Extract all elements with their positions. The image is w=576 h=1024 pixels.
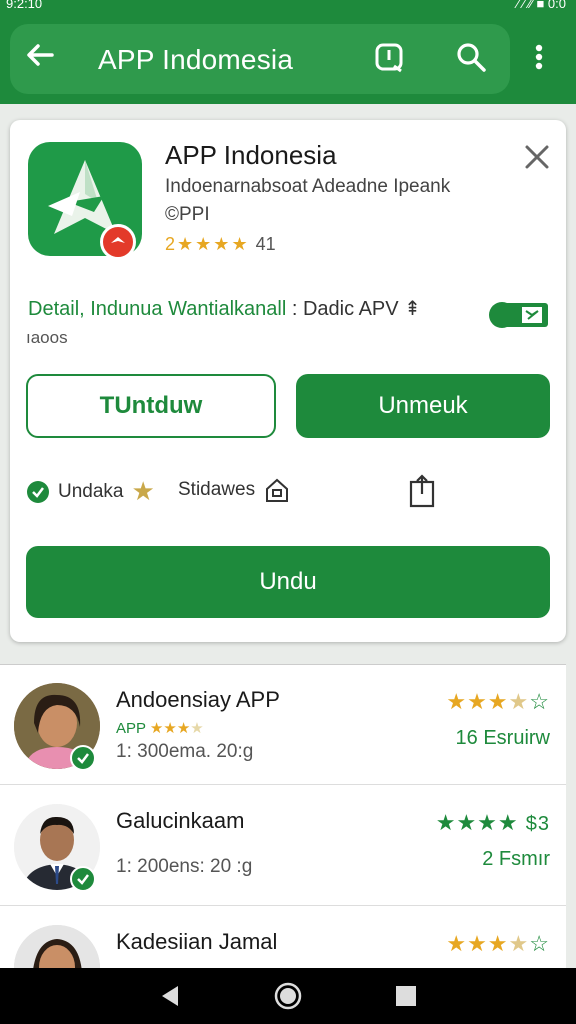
list-item[interactable]: Andoensiay APP APP ★★★★ 1: 300ema. 20:g … [0,665,566,785]
review-stars: ★★★★☆ [446,931,550,956]
app-rating: 2 ★ ★ ★ ★ 41 [165,234,276,255]
more-vert-icon[interactable] [522,40,556,74]
home-icon[interactable] [263,476,291,504]
review-author: Kadesiian Jamal [116,929,278,954]
app-bar-title: APP Indomesia [98,44,294,75]
review-list: Andoensiay APP APP ★★★★ 1: 300ema. 20:g … [0,664,566,968]
star-icon: ★ [195,234,212,254]
review-source: APP ★★★★ [116,720,204,737]
download-button[interactable]: Undu [26,546,550,618]
avatar [14,925,100,968]
nav-recents-icon[interactable] [394,984,418,1008]
status-bar: 9:2:10 ⁄ ∕ ⁄∕ ■ 0:0 [0,0,576,14]
status-time: 9:2:10 [6,0,43,11]
meta-label-2: Stidawes [178,479,256,500]
list-item[interactable]: Kadesiian Jamal ★★★★☆ [0,907,566,968]
app-developer: Indoenarnabsoat Adeadne Ipeank [165,176,451,197]
review-author: Andoensiay APP [116,687,280,712]
star-icon: ★ [131,476,155,506]
list-item[interactable]: Galucinkaam 1: 200ens: 20 :g ★★★★ $3 2 F… [0,786,566,906]
meta-item-verified: Undaka ★ [26,476,155,507]
system-nav-bar [0,968,576,1024]
nav-home-icon[interactable] [272,980,304,1012]
detail-text: : Dadic APV ⇞ [286,298,421,320]
verified-check-icon [70,745,96,771]
detail-subtext: ıaoos [26,328,68,347]
review-count: 2 Fsmır [482,848,550,870]
app-name: APP Indonesia [165,140,337,170]
review-count: 16 Esruirw [455,727,550,749]
rating-prefix: 2 [165,234,176,254]
app-card: APP Indonesia Indoenarnabsoat Adeadne Ip… [10,120,566,642]
review-author: Galucinkaam [116,808,245,833]
feedback-icon[interactable] [372,40,406,74]
meta-label-1: Undaka [58,480,124,502]
app-copyright: ©PPI [165,204,210,225]
review-meta: 1: 200ens: 20 :g [116,856,253,877]
search-icon[interactable] [454,40,488,74]
toggle-switch[interactable] [488,300,550,330]
primary-outline-button[interactable]: TUntduw [26,374,276,438]
share-icon[interactable] [408,474,436,508]
star-icon: ★ [213,234,230,254]
star-icon: ★ [231,234,248,254]
app-badge-icon [100,224,136,260]
detail-line: Detail, Indunua Wantialkanall : Dadic AP… [28,296,421,321]
check-circle-icon [27,480,49,503]
verified-check-icon [70,866,96,892]
detail-link[interactable]: Detail, Indunua Wantialkanall [28,298,286,320]
review-meta: 1: 300ema. 20:g [116,741,254,762]
star-icon: ★ [177,234,194,254]
app-bar: APP Indomesia [0,14,576,104]
close-icon[interactable] [522,142,552,172]
nav-back-icon[interactable] [156,982,184,1010]
meta-item-share: Stidawes [178,476,291,504]
status-icons: ⁄ ∕ ⁄∕ ■ 0:0 [516,0,566,11]
rating-count: 41 [255,234,276,254]
review-stars: ★★★★ $3 [435,810,550,835]
back-arrow-icon[interactable] [22,36,60,74]
primary-filled-button[interactable]: Unmeuk [296,374,550,438]
review-stars: ★★★★☆ [446,689,550,714]
